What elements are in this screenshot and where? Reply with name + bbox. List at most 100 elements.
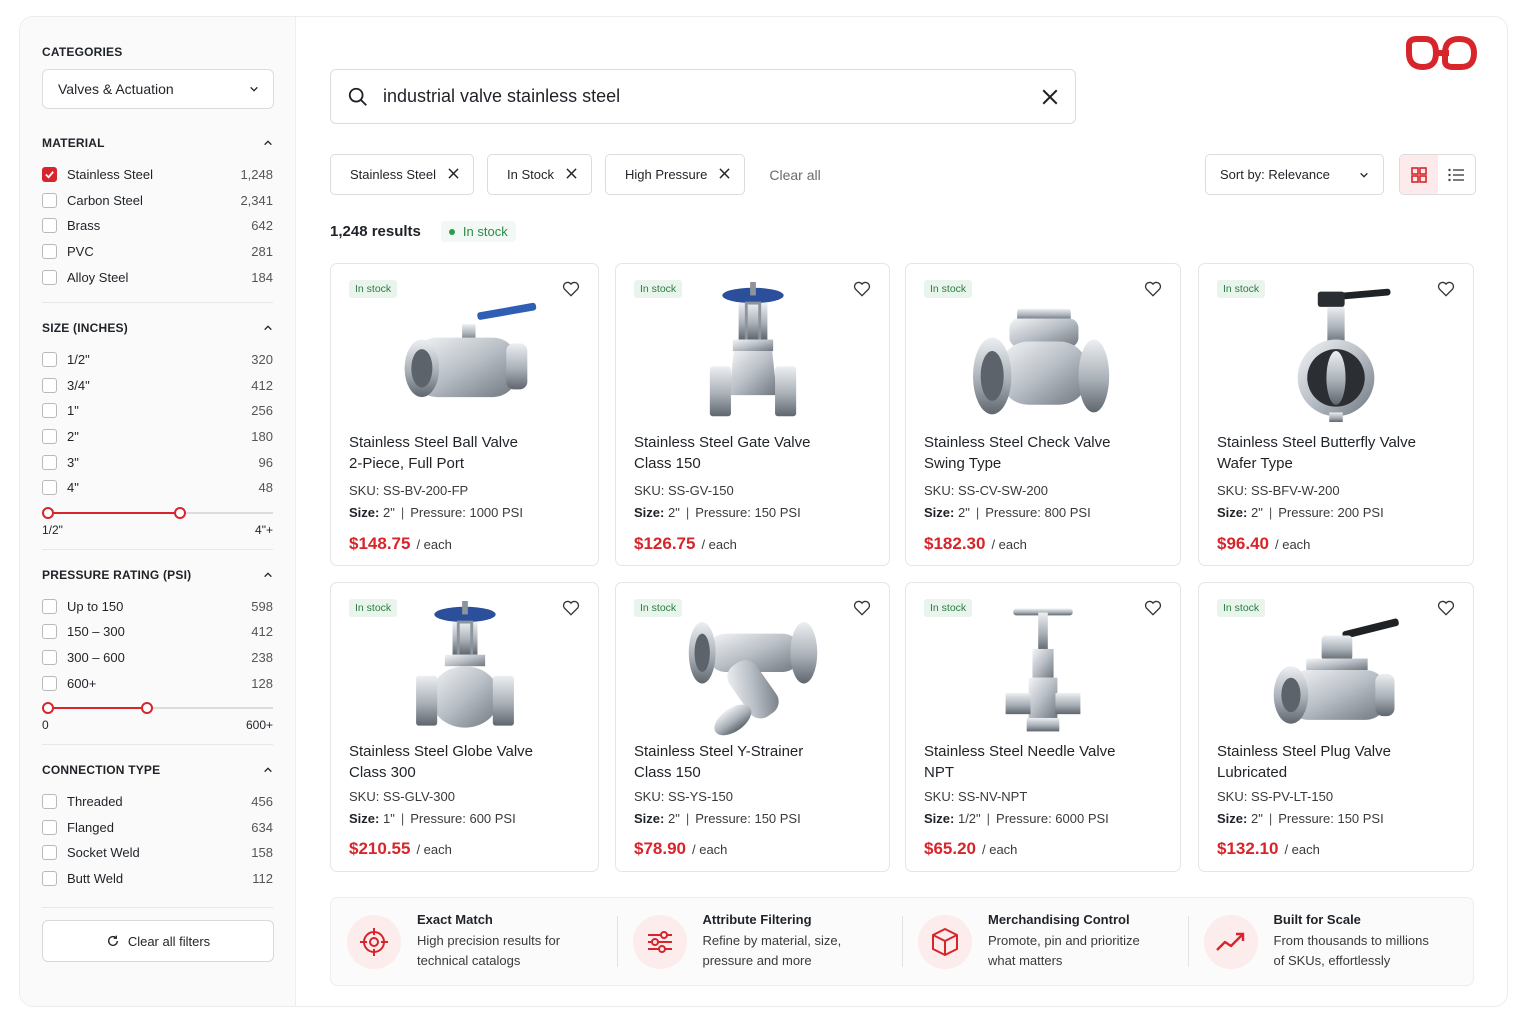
pressure-header[interactable]: PRESSURE RATING (PSI) — [42, 565, 273, 585]
product-image[interactable] — [678, 601, 828, 741]
filter-option-label: PVC — [67, 244, 94, 260]
heart-icon[interactable] — [1144, 281, 1162, 297]
slider-handle-max[interactable] — [141, 701, 153, 714]
slider-handle-max[interactable] — [174, 506, 186, 519]
filter-option[interactable]: Up to 150 598 — [42, 594, 273, 620]
checkbox[interactable] — [42, 480, 57, 496]
checkbox[interactable] — [42, 624, 57, 640]
product-card[interactable]: In stock Stainless Steel Plug Valve Lubric… — [1198, 582, 1474, 872]
product-card[interactable]: In stock Stainless Steel Needle Valve NPT S… — [905, 582, 1181, 872]
product-image[interactable] — [390, 282, 540, 422]
clear-search-icon[interactable] — [1041, 88, 1059, 106]
product-card[interactable]: In stock Stainless Steel Butterfly Valve W… — [1198, 263, 1474, 566]
filter-option[interactable]: Flanged 634 — [42, 815, 273, 841]
checkbox[interactable] — [42, 244, 57, 260]
checkbox[interactable] — [42, 675, 57, 691]
product-image[interactable] — [1261, 282, 1411, 422]
remove-chip-icon[interactable] — [566, 167, 577, 182]
remove-chip-icon[interactable] — [448, 167, 459, 182]
sort-dropdown[interactable]: Sort by: Relevance — [1205, 154, 1384, 195]
checkbox[interactable] — [42, 167, 57, 183]
filter-option[interactable]: 150 – 300 412 — [42, 619, 273, 645]
filter-chip[interactable]: In Stock — [487, 154, 592, 195]
product-image[interactable] — [968, 601, 1118, 741]
filter-option[interactable]: Carbon Steel 2,341 — [42, 188, 273, 214]
filter-option[interactable]: Alloy Steel 184 — [42, 264, 273, 290]
product-title[interactable]: Stainless Steel Globe Valve Class 300 — [349, 741, 586, 783]
filter-option[interactable]: 600+ 128 — [42, 670, 273, 696]
checkbox[interactable] — [42, 454, 57, 470]
clear-all-filters-button[interactable]: Clear all filters — [42, 920, 274, 962]
checkbox[interactable] — [42, 598, 57, 614]
checkbox[interactable] — [42, 192, 57, 208]
filter-option[interactable]: 1/2" 320 — [42, 347, 273, 373]
filter-chip[interactable]: Stainless Steel — [330, 154, 474, 195]
material-header[interactable]: MATERIAL — [42, 133, 273, 153]
product-image[interactable] — [390, 601, 540, 741]
checkbox[interactable] — [42, 794, 57, 810]
product-title[interactable]: Stainless Steel Needle Valve NPT — [924, 741, 1168, 783]
filter-option[interactable]: 4" 48 — [42, 475, 273, 501]
filter-option[interactable]: Brass 642 — [42, 213, 273, 239]
search-input[interactable]: industrial valve stainless steel — [383, 86, 1041, 107]
heart-icon[interactable] — [562, 281, 580, 297]
grid-view-button[interactable] — [1400, 155, 1438, 194]
checkbox[interactable] — [42, 269, 57, 285]
product-title[interactable]: Stainless Steel Butterfly Valve Wafer Typ… — [1217, 432, 1461, 474]
clear-all-link[interactable]: Clear all — [769, 167, 820, 183]
checkbox[interactable] — [42, 870, 57, 886]
checkbox[interactable] — [42, 650, 57, 666]
pressure-range-slider[interactable] — [42, 700, 273, 716]
filter-option[interactable]: 300 – 600 238 — [42, 645, 273, 671]
size-header[interactable]: SIZE (INCHES) — [42, 318, 273, 338]
checkbox[interactable] — [42, 819, 57, 835]
filter-option[interactable]: 2" 180 — [42, 424, 273, 450]
checkbox[interactable] — [42, 218, 57, 234]
heart-icon[interactable] — [562, 600, 580, 616]
filter-option[interactable]: Stainless Steel 1,248 — [42, 162, 273, 188]
checkbox[interactable] — [42, 429, 57, 445]
product-image[interactable] — [1261, 601, 1411, 741]
size-value: 1" — [382, 811, 395, 826]
filter-option[interactable]: Socket Weld 158 — [42, 840, 273, 866]
filter-option[interactable]: 1" 256 — [42, 398, 273, 424]
product-title[interactable]: Stainless Steel Check Valve Swing Type — [924, 432, 1168, 474]
product-image[interactable] — [968, 282, 1118, 422]
product-card[interactable]: In stock Stainless Steel Ball Valve 2-Piec… — [330, 263, 599, 566]
filter-option[interactable]: 3" 96 — [42, 449, 273, 475]
product-title[interactable]: Stainless Steel Ball Valve 2-Piece, Full … — [349, 432, 586, 474]
product-card[interactable]: In stock Stainless Steel Globe Valve Class… — [330, 582, 599, 872]
product-card[interactable]: In stock Stainless Steel Check Valve Swing… — [905, 263, 1181, 566]
filter-option[interactable]: Butt Weld 112 — [42, 866, 273, 892]
size-range-slider[interactable] — [42, 505, 273, 521]
product-sku: SKU: SS-BFV-W-200 — [1217, 483, 1340, 498]
list-view-button[interactable] — [1438, 155, 1476, 194]
search-bar[interactable]: industrial valve stainless steel — [330, 69, 1076, 124]
checkbox[interactable] — [42, 377, 57, 393]
heart-icon[interactable] — [1437, 281, 1455, 297]
checkbox[interactable] — [42, 845, 57, 861]
heart-icon[interactable] — [1144, 600, 1162, 616]
filter-option[interactable]: Threaded 456 — [42, 789, 273, 815]
heart-icon[interactable] — [1437, 600, 1455, 616]
product-title[interactable]: Stainless Steel Gate Valve Class 150 — [634, 432, 877, 474]
category-select[interactable]: Valves & Actuation — [42, 69, 274, 109]
product-title[interactable]: Stainless Steel Y-Strainer Class 150 — [634, 741, 877, 783]
slider-handle-min[interactable] — [42, 701, 54, 714]
product-card[interactable]: In stock Stainless Steel Gate Valve Class … — [615, 263, 890, 566]
filter-option[interactable]: PVC 281 — [42, 239, 273, 265]
product-card[interactable]: In stock Stainless Steel Y-Strainer Class … — [615, 582, 890, 872]
filter-option-count: 634 — [251, 819, 273, 835]
product-image[interactable] — [678, 282, 828, 422]
product-title[interactable]: Stainless Steel Plug Valve Lubricated — [1217, 741, 1461, 783]
checkbox[interactable] — [42, 352, 57, 368]
heart-icon[interactable] — [853, 281, 871, 297]
remove-chip-icon[interactable] — [719, 167, 730, 182]
spec-separator: | — [986, 811, 991, 826]
heart-icon[interactable] — [853, 600, 871, 616]
filter-chip[interactable]: High Pressure — [604, 154, 746, 195]
filter-option[interactable]: 3/4" 412 — [42, 373, 273, 399]
slider-handle-min[interactable] — [42, 506, 54, 519]
checkbox[interactable] — [42, 403, 57, 419]
connection-header[interactable]: CONNECTION TYPE — [42, 760, 273, 780]
